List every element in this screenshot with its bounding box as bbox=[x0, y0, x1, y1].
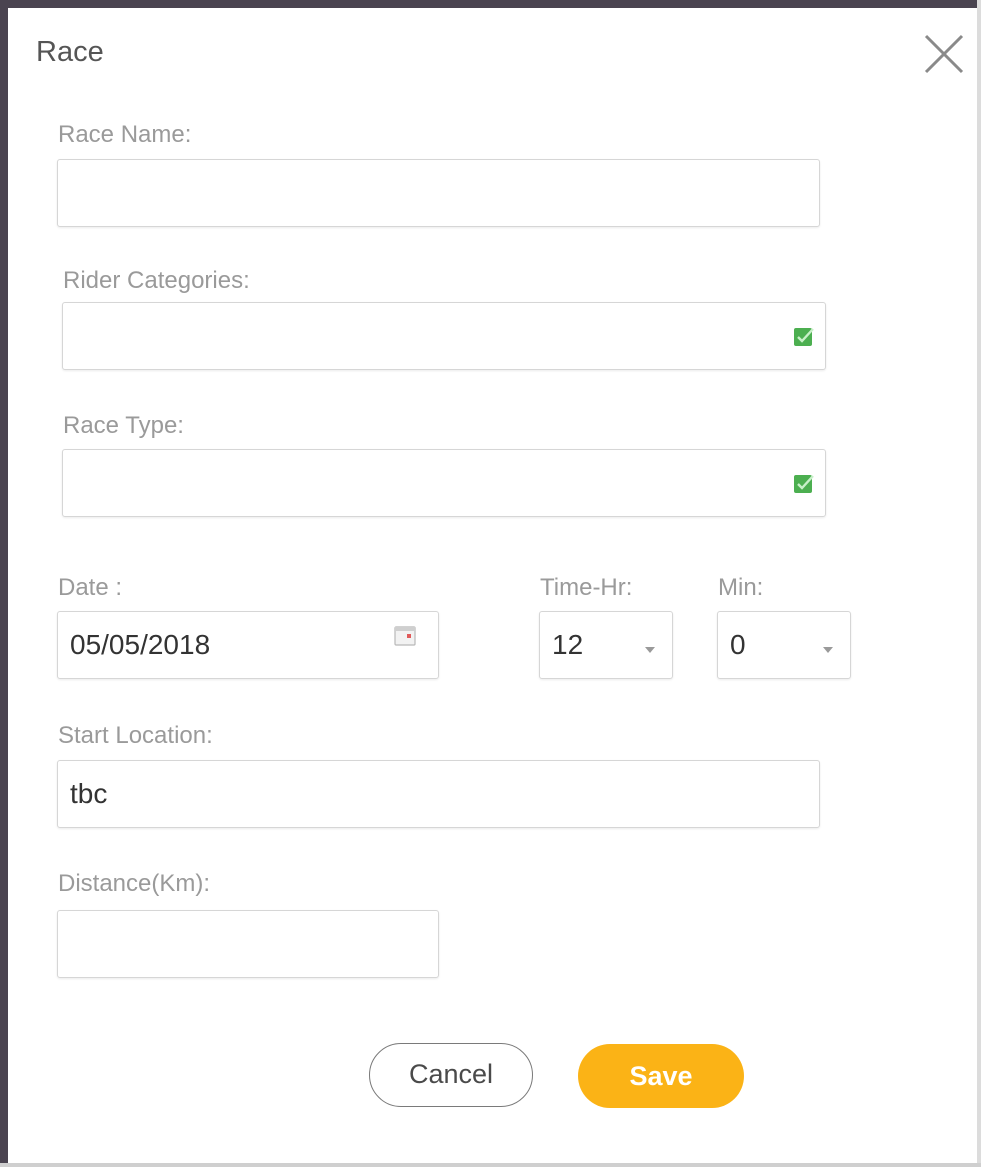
min-label: Min: bbox=[718, 574, 764, 601]
min-value: 0 bbox=[730, 629, 746, 660]
start-location-label: Start Location: bbox=[58, 722, 213, 749]
race-type-label: Race Type: bbox=[63, 412, 184, 439]
checkbox-icon[interactable] bbox=[793, 472, 815, 494]
window-frame-left bbox=[0, 0, 8, 1167]
time-hr-label: Time-Hr: bbox=[540, 574, 633, 601]
date-input[interactable]: 05/05/2018 bbox=[57, 611, 439, 679]
race-dialog: Race Race Name: Rider Categories: Race T… bbox=[8, 8, 977, 1163]
start-location-value: tbc bbox=[70, 778, 108, 809]
close-icon[interactable] bbox=[920, 30, 968, 78]
window-frame-right bbox=[977, 0, 981, 1167]
chevron-down-icon bbox=[822, 641, 834, 653]
time-hr-select[interactable]: 12 bbox=[539, 611, 673, 679]
rider-categories-select[interactable] bbox=[62, 302, 826, 370]
start-location-input[interactable]: tbc bbox=[57, 760, 820, 828]
distance-input[interactable] bbox=[57, 910, 439, 978]
time-hr-value: 12 bbox=[552, 629, 584, 660]
cancel-button[interactable]: Cancel bbox=[369, 1043, 533, 1107]
rider-categories-label: Rider Categories: bbox=[63, 267, 250, 294]
race-type-select[interactable] bbox=[62, 449, 826, 517]
date-value: 05/05/2018 bbox=[70, 629, 211, 660]
race-name-label: Race Name: bbox=[58, 121, 192, 148]
min-select[interactable]: 0 bbox=[717, 611, 851, 679]
date-label: Date : bbox=[58, 574, 123, 601]
calendar-icon[interactable] bbox=[394, 626, 416, 646]
page: Race Race Name: Rider Categories: Race T… bbox=[0, 0, 981, 1167]
distance-label: Distance(Km): bbox=[58, 870, 211, 897]
window-frame-bottom bbox=[0, 1163, 981, 1167]
checkbox-icon[interactable] bbox=[793, 325, 815, 347]
dialog-title: Race bbox=[36, 36, 104, 68]
chevron-down-icon bbox=[644, 641, 656, 653]
race-name-input[interactable] bbox=[57, 159, 820, 227]
window-frame-top bbox=[0, 0, 981, 8]
save-button[interactable]: Save bbox=[578, 1044, 744, 1108]
